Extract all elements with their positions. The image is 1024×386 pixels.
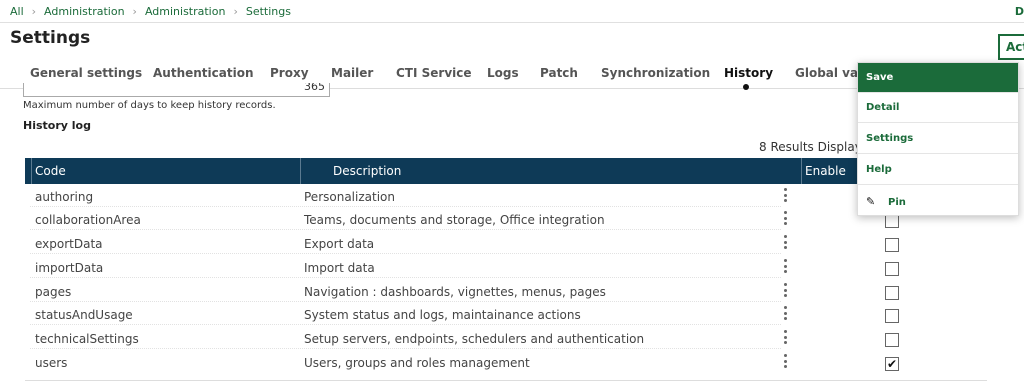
tab-patch[interactable]: Patch — [540, 66, 578, 80]
chevron-right-icon: › — [233, 5, 238, 18]
row-description: Export data — [304, 237, 375, 251]
history-days-input[interactable]: 365 — [23, 83, 330, 97]
breadcrumb: All › Administration › Administration › … — [10, 5, 291, 18]
row-divider — [30, 229, 781, 230]
table-row: technicalSettings Setup servers, endpoin… — [25, 328, 987, 351]
row-code: exportData — [35, 237, 103, 251]
results-count: 8 Results Display — [759, 140, 862, 154]
column-divider — [300, 158, 301, 184]
enable-checkbox[interactable] — [885, 214, 899, 228]
enable-checkbox[interactable] — [885, 333, 899, 347]
tab-mailer[interactable]: Mailer — [331, 66, 373, 80]
row-divider — [30, 348, 781, 349]
menu-item-save[interactable]: Save — [858, 63, 1018, 93]
active-tab-indicator — [743, 84, 749, 90]
row-code: collaborationArea — [35, 213, 141, 227]
row-description: Setup servers, endpoints, schedulers and… — [304, 332, 645, 346]
row-description: Teams, documents and storage, Office int… — [304, 213, 605, 227]
column-header-enable[interactable]: Enable — [805, 164, 846, 178]
table-row: statusAndUsage System status and logs, m… — [25, 304, 987, 327]
history-log-title: History log — [23, 119, 91, 132]
column-header-code[interactable]: Code — [35, 164, 66, 178]
row-description: Import data — [304, 261, 375, 275]
row-divider — [30, 301, 781, 302]
row-menu-icon[interactable] — [782, 283, 788, 297]
row-menu-icon[interactable] — [782, 306, 788, 320]
actions-button[interactable]: Act — [998, 34, 1024, 60]
table-row: users Users, groups and roles management… — [25, 352, 987, 375]
table-header: Code Description Enable — [25, 158, 987, 184]
row-menu-icon[interactable] — [782, 330, 788, 344]
page-title: Settings — [10, 28, 91, 48]
row-code: technicalSettings — [35, 332, 139, 346]
tab-logs[interactable]: Logs — [487, 66, 519, 80]
row-description: Navigation : dashboards, vignettes, menu… — [304, 285, 606, 299]
row-code: statusAndUsage — [35, 308, 133, 322]
menu-item-settings[interactable]: Settings — [858, 124, 1018, 154]
top-right-item[interactable]: D — [1015, 5, 1024, 18]
row-menu-icon[interactable] — [782, 354, 788, 368]
header-divider — [0, 22, 1024, 23]
row-menu-icon[interactable] — [782, 259, 788, 273]
row-code: pages — [35, 285, 72, 299]
tab-cti-service[interactable]: CTI Service — [396, 66, 472, 80]
tab-proxy[interactable]: Proxy — [270, 66, 309, 80]
tab-general-settings[interactable]: General settings — [30, 66, 142, 80]
row-code: importData — [35, 261, 104, 275]
row-description: Personalization — [304, 190, 395, 204]
breadcrumb-administration[interactable]: Administration — [44, 5, 125, 18]
enable-checkbox[interactable] — [885, 286, 899, 300]
actions-dropdown-menu: Save Detail Settings Help ✎ Pin — [857, 62, 1019, 216]
tab-history[interactable]: History — [724, 66, 773, 80]
table-row: exportData Export data — [25, 233, 987, 256]
row-divider — [30, 277, 781, 278]
pin-icon: ✎ — [866, 195, 876, 208]
table-row: importData Import data — [25, 257, 987, 280]
row-description: System status and logs, maintainance act… — [304, 308, 581, 322]
enable-checkbox[interactable] — [885, 309, 899, 323]
row-divider — [30, 253, 781, 254]
menu-item-detail[interactable]: Detail — [858, 93, 1018, 123]
row-menu-icon[interactable] — [782, 211, 788, 225]
breadcrumb-all[interactable]: All — [10, 5, 24, 18]
column-divider — [31, 158, 32, 184]
row-description: Users, groups and roles management — [304, 356, 530, 370]
row-code: users — [35, 356, 68, 370]
column-divider — [801, 158, 802, 184]
tab-authentication[interactable]: Authentication — [153, 66, 254, 80]
breadcrumb-administration-2[interactable]: Administration — [145, 5, 226, 18]
row-divider — [30, 206, 781, 207]
table-row: authoring Personalization — [25, 186, 987, 209]
table-bottom-border — [25, 380, 987, 381]
column-header-description[interactable]: Description — [333, 164, 401, 178]
row-menu-icon[interactable] — [782, 235, 788, 249]
enable-checkbox[interactable] — [885, 238, 899, 252]
tab-synchronization[interactable]: Synchronization — [601, 66, 710, 80]
table-row: pages Navigation : dashboards, vignettes… — [25, 281, 987, 304]
menu-item-pin-label: Pin — [888, 197, 906, 208]
enable-checkbox[interactable] — [885, 262, 899, 276]
chevron-right-icon: › — [132, 5, 137, 18]
menu-item-pin[interactable]: ✎ Pin — [858, 186, 1018, 216]
row-menu-icon[interactable] — [782, 188, 788, 202]
row-code: authoring — [35, 190, 94, 204]
enable-checkbox-checked[interactable]: ✔ — [885, 357, 899, 371]
table-row: collaborationArea Teams, documents and s… — [25, 209, 987, 232]
menu-item-help[interactable]: Help — [858, 155, 1018, 185]
breadcrumb-settings[interactable]: Settings — [246, 5, 291, 18]
row-divider — [30, 324, 781, 325]
history-days-help: Maximum number of days to keep history r… — [23, 100, 276, 111]
chevron-right-icon: › — [31, 5, 37, 18]
